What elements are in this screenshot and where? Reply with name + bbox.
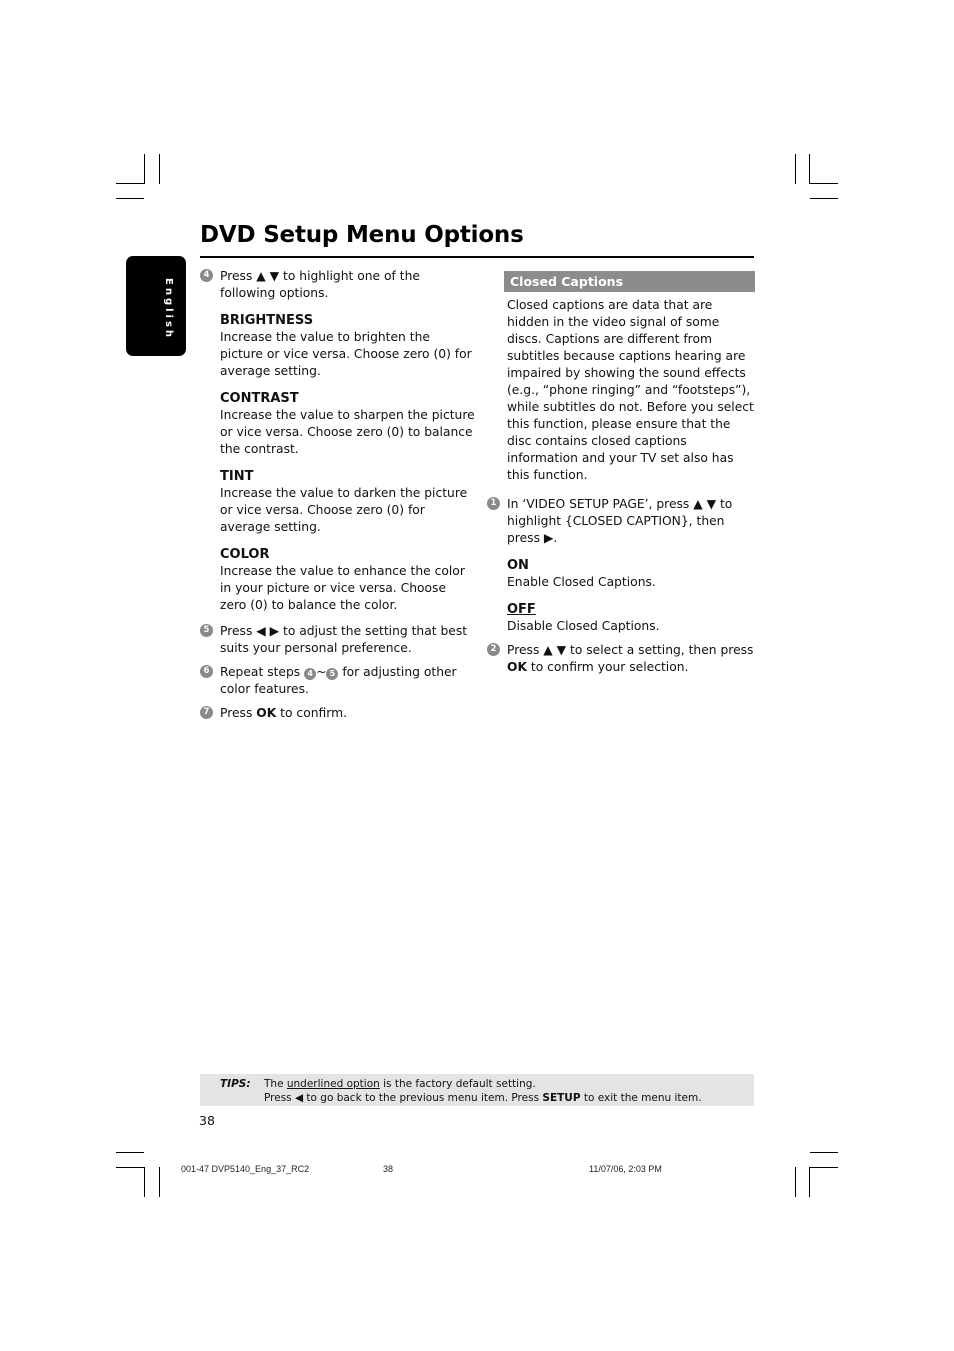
left-right-arrows-icon: ◀ ▶	[256, 624, 280, 638]
step-number-icon: 5	[200, 624, 213, 637]
option-tint: TINT Increase the value to darken the pi…	[200, 468, 475, 536]
step-1: 1 In ‘VIDEO SETUP PAGE’, press ▲ ▼ to hi…	[487, 496, 755, 547]
up-down-arrows-icon: ▲ ▼	[256, 269, 280, 283]
step-7: 7 Press OK to confirm.	[200, 705, 475, 722]
ok-key-label: OK	[256, 706, 277, 720]
crop-mark	[795, 154, 796, 184]
step-number-icon: 4	[200, 269, 213, 282]
step-2: 2 Press ▲ ▼ to select a setting, then pr…	[487, 642, 755, 676]
step-number-icon: 2	[487, 643, 500, 656]
option-contrast: CONTRAST Increase the value to sharpen t…	[200, 390, 475, 458]
option-title: TINT	[220, 469, 254, 484]
step-ref-icon: 5	[326, 668, 339, 680]
tips-line-1: The underlined option is the factory def…	[264, 1078, 536, 1090]
option-title: CONTRAST	[220, 391, 299, 406]
step-4: 4 Press ▲ ▼ to highlight one of the foll…	[200, 268, 475, 302]
step-ref-icon: 4	[304, 668, 317, 680]
tips-line-2: Press ◀ to go back to the previous menu …	[264, 1092, 702, 1104]
option-brightness: BRIGHTNESS Increase the value to brighte…	[200, 312, 475, 380]
option-description: Increase the value to darken the picture…	[220, 486, 468, 534]
footer-datetime: 11/07/06, 2:03 PM	[589, 1164, 662, 1174]
ok-key-label: OK	[507, 660, 527, 674]
crop-mark	[159, 154, 160, 184]
option-description: Increase the value to sharpen the pictur…	[220, 408, 475, 456]
crop-mark	[144, 154, 145, 184]
crop-mark	[144, 1167, 145, 1197]
option-description: Increase the value to enhance the color …	[220, 564, 465, 612]
crop-mark	[810, 198, 838, 199]
footer-page: 38	[383, 1164, 394, 1174]
up-down-arrows-icon: ▲ ▼	[543, 643, 567, 657]
footer-file: 001-47 DVP5140_Eng_37_RC2	[181, 1164, 310, 1174]
step-number-icon: 6	[200, 665, 213, 678]
left-arrow-icon: ◀	[294, 1092, 304, 1104]
step-5: 5 Press ◀ ▶ to adjust the setting that b…	[200, 623, 475, 657]
setup-key-label: SETUP	[542, 1092, 581, 1104]
up-down-arrows-icon: ▲ ▼	[693, 497, 717, 511]
underlined-option-text: underlined option	[286, 1078, 380, 1090]
option-color: COLOR Increase the value to enhance the …	[200, 546, 475, 614]
left-column: 4 Press ▲ ▼ to highlight one of the foll…	[200, 268, 475, 729]
step-6: 6 Repeat steps 4 ~5 for adjusting other c…	[200, 664, 475, 698]
tips-text: The underlined option is the factory def…	[264, 1077, 702, 1105]
option-off: OFF Disable Closed Captions.	[487, 601, 755, 635]
crop-mark	[116, 183, 144, 184]
crop-mark	[809, 1167, 810, 1197]
crop-mark	[159, 1167, 160, 1197]
option-description: Enable Closed Captions.	[507, 575, 656, 589]
section-header-closed-captions: Closed Captions	[504, 271, 755, 292]
language-label: English	[163, 278, 174, 341]
tips-label: TIPS:	[220, 1078, 251, 1090]
step-number-icon: 7	[200, 706, 213, 719]
crop-mark	[116, 1152, 144, 1153]
option-title: ON	[507, 558, 529, 573]
option-on: ON Enable Closed Captions.	[487, 557, 755, 591]
tips-box: TIPS: The underlined option is the facto…	[200, 1074, 754, 1106]
crop-mark	[116, 1167, 144, 1168]
option-title: BRIGHTNESS	[220, 313, 314, 328]
crop-mark	[116, 198, 144, 199]
language-tab: English	[126, 256, 186, 356]
title-divider	[200, 256, 754, 258]
right-arrow-icon: ▶	[543, 531, 554, 545]
page-number: 38	[199, 1113, 215, 1128]
right-column: Closed Captions Closed captions are data…	[487, 271, 755, 683]
closed-captions-intro: Closed captions are data that are hidden…	[507, 298, 754, 482]
crop-mark	[809, 1167, 838, 1168]
crop-mark	[809, 154, 810, 184]
page-title: DVD Setup Menu Options	[200, 222, 524, 248]
option-title: COLOR	[220, 547, 270, 562]
step-number-icon: 1	[487, 497, 500, 510]
crop-mark	[810, 1152, 838, 1153]
option-description: Increase the value to brighten the pictu…	[220, 330, 472, 378]
crop-mark	[809, 183, 838, 184]
option-description: Disable Closed Captions.	[507, 619, 660, 633]
option-title-default: OFF	[507, 602, 536, 617]
crop-mark	[795, 1167, 796, 1197]
